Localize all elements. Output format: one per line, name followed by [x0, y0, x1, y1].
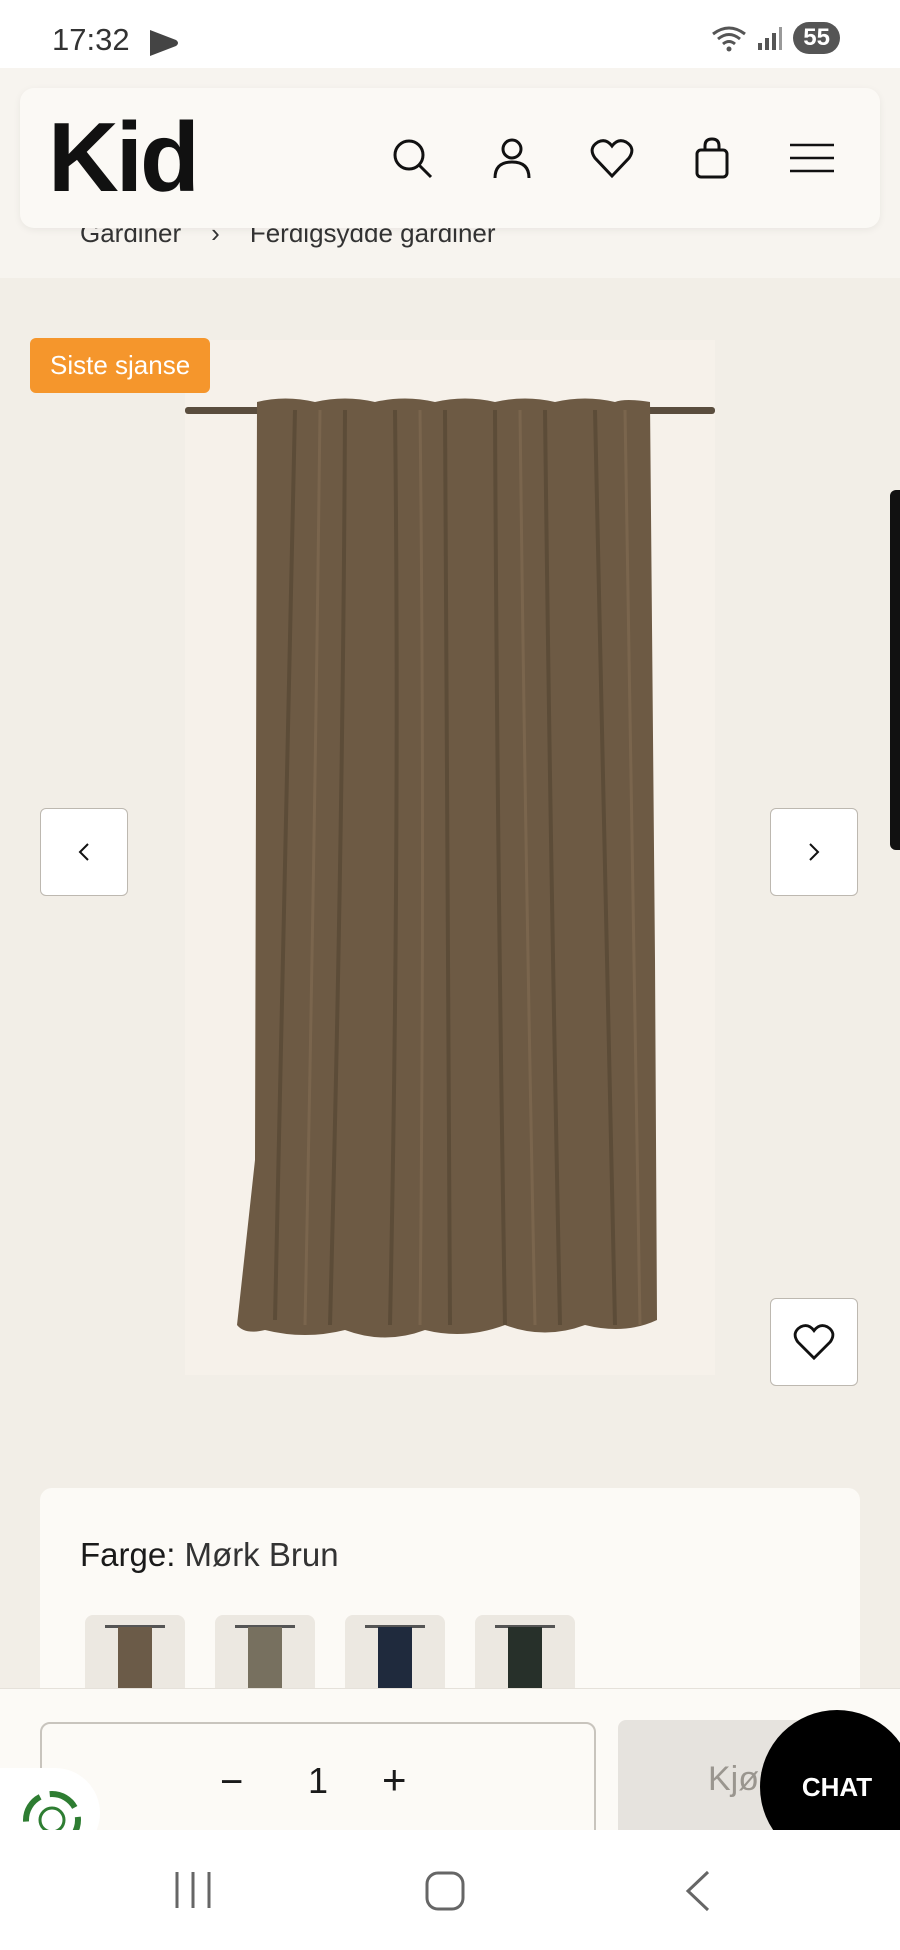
heart-icon	[793, 1324, 835, 1361]
battery-indicator: 55	[793, 22, 840, 54]
logo[interactable]: Kid	[48, 108, 200, 206]
chevron-left-icon	[78, 843, 89, 861]
status-indicators: 55	[711, 22, 840, 54]
wishlist-button[interactable]	[770, 1298, 858, 1386]
heart-icon[interactable]	[588, 134, 636, 182]
home-icon[interactable]	[424, 1870, 466, 1912]
quantity-decrease-button[interactable]: −	[220, 1760, 243, 1805]
sale-badge: Siste sjanse	[30, 338, 211, 393]
next-image-button[interactable]	[770, 808, 858, 896]
signal-icon	[758, 27, 783, 50]
chevron-right-icon	[809, 843, 820, 861]
color-value: Mørk Brun	[184, 1536, 339, 1573]
menu-icon[interactable]	[788, 134, 836, 182]
quantity-increase-button[interactable]: +	[382, 1756, 407, 1804]
play-store-icon	[150, 30, 178, 56]
wifi-icon	[712, 26, 747, 52]
search-icon[interactable]	[388, 134, 436, 182]
bag-icon[interactable]	[688, 134, 736, 182]
status-bar: 17:32 55	[0, 0, 900, 68]
account-icon[interactable]	[488, 134, 536, 182]
status-time: 17:32	[52, 22, 130, 57]
site-header: Kid	[20, 88, 880, 228]
color-label: Farge:	[80, 1536, 176, 1573]
recent-apps-icon[interactable]	[172, 1870, 214, 1910]
scroll-indicator[interactable]	[890, 490, 900, 850]
color-selection: Farge: Mørk Brun	[80, 1536, 339, 1574]
back-icon[interactable]	[682, 1870, 712, 1912]
product-image[interactable]	[185, 340, 715, 1375]
quantity-value: 1	[308, 1760, 329, 1801]
previous-image-button[interactable]	[40, 808, 128, 896]
